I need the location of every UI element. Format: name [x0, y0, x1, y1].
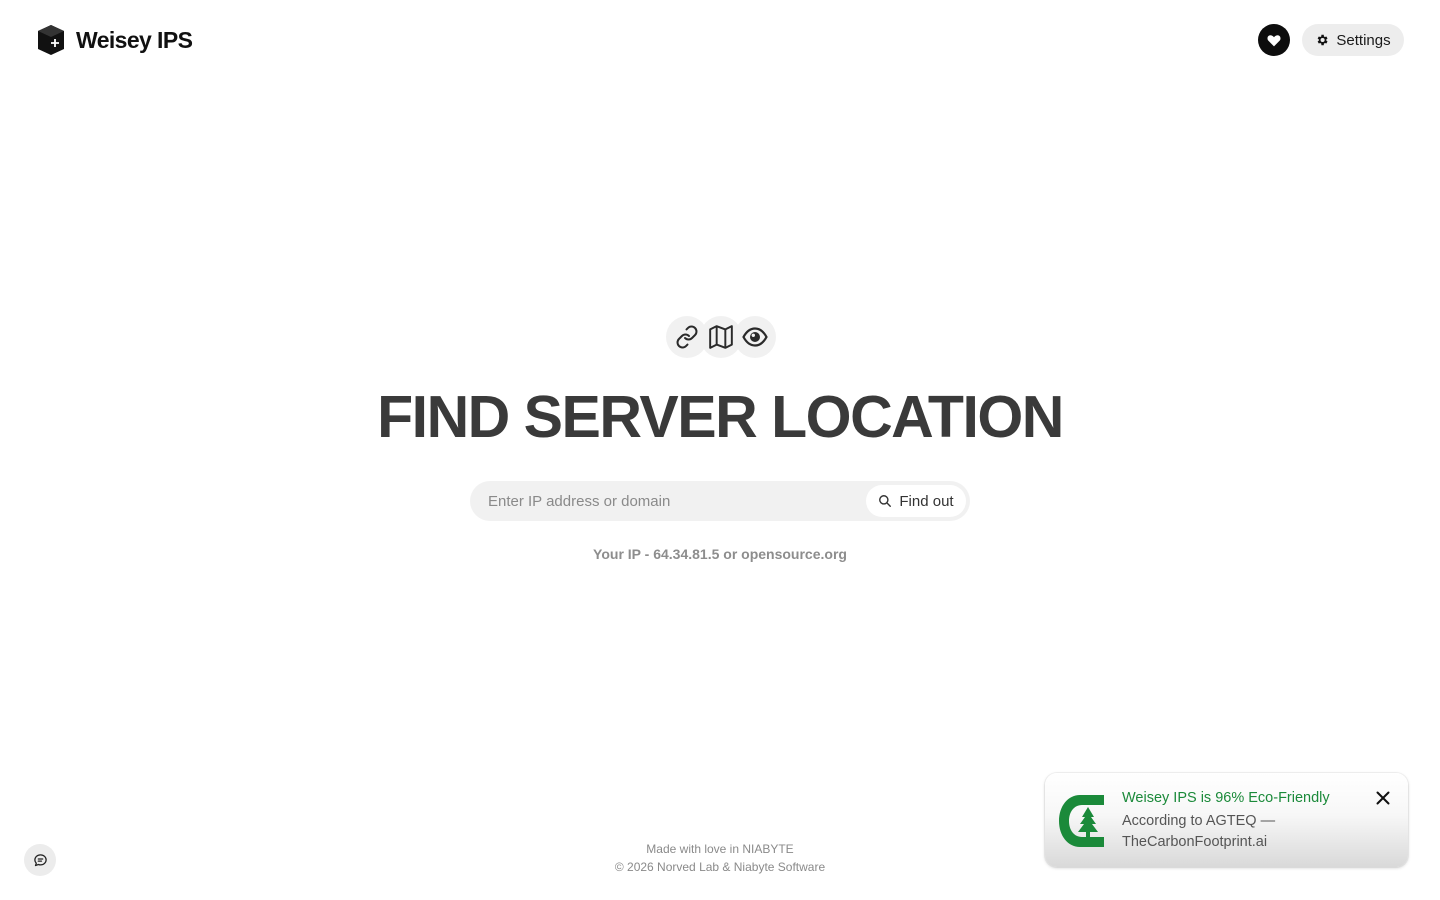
your-ip-line: Your IP - 64.34.81.5 or opensource.org — [0, 546, 1440, 562]
brand-name: Weisey IPS — [76, 26, 193, 53]
carbon-tree-logo-icon — [1059, 795, 1104, 847]
heart-icon — [1267, 34, 1281, 46]
eco-toast-title: Weisey IPS is 96% Eco-Friendly — [1122, 790, 1330, 806]
eco-toast-source-line: According to AGTEQ — — [1122, 813, 1276, 829]
header: Weisey IPS Settings — [0, 0, 1440, 80]
your-ip-prefix: Your IP - — [593, 546, 654, 562]
brand-home-link[interactable]: Weisey IPS — [36, 24, 193, 56]
your-ip-separator: or — [719, 546, 742, 562]
feature-icons — [666, 316, 776, 358]
search-bar: Find out — [470, 481, 970, 521]
eye-feature — [734, 316, 776, 358]
gear-icon — [1318, 34, 1328, 46]
eco-toast-close-button[interactable] — [1374, 789, 1392, 807]
find-out-button[interactable]: Find out — [866, 485, 966, 517]
find-out-label: Find out — [899, 492, 954, 510]
map-icon — [709, 325, 733, 349]
favorite-button[interactable] — [1258, 24, 1290, 56]
your-ip-address-link[interactable]: 64.34.81.5 — [653, 546, 719, 562]
page: Weisey IPS Settings FIND SERVER LOCATION… — [0, 0, 1440, 900]
settings-button[interactable]: Settings — [1302, 24, 1404, 56]
your-domain-link[interactable]: opensource.org — [741, 546, 847, 562]
page-title: FIND SERVER LOCATION — [377, 384, 1064, 450]
ip-domain-search-input[interactable] — [488, 481, 868, 521]
eco-toast-source-link[interactable]: TheCarbonFootprint.ai — [1122, 834, 1267, 850]
feedback-button[interactable] — [24, 844, 56, 876]
search-icon — [879, 495, 892, 507]
link-icon — [676, 325, 698, 349]
chat-feedback-icon — [33, 853, 47, 866]
cube-logo-icon — [38, 25, 64, 55]
close-icon — [1376, 791, 1390, 805]
eye-icon — [742, 327, 768, 347]
eco-friendly-toast: Weisey IPS is 96% Eco-Friendly According… — [1045, 773, 1408, 867]
settings-label: Settings — [1336, 31, 1391, 49]
